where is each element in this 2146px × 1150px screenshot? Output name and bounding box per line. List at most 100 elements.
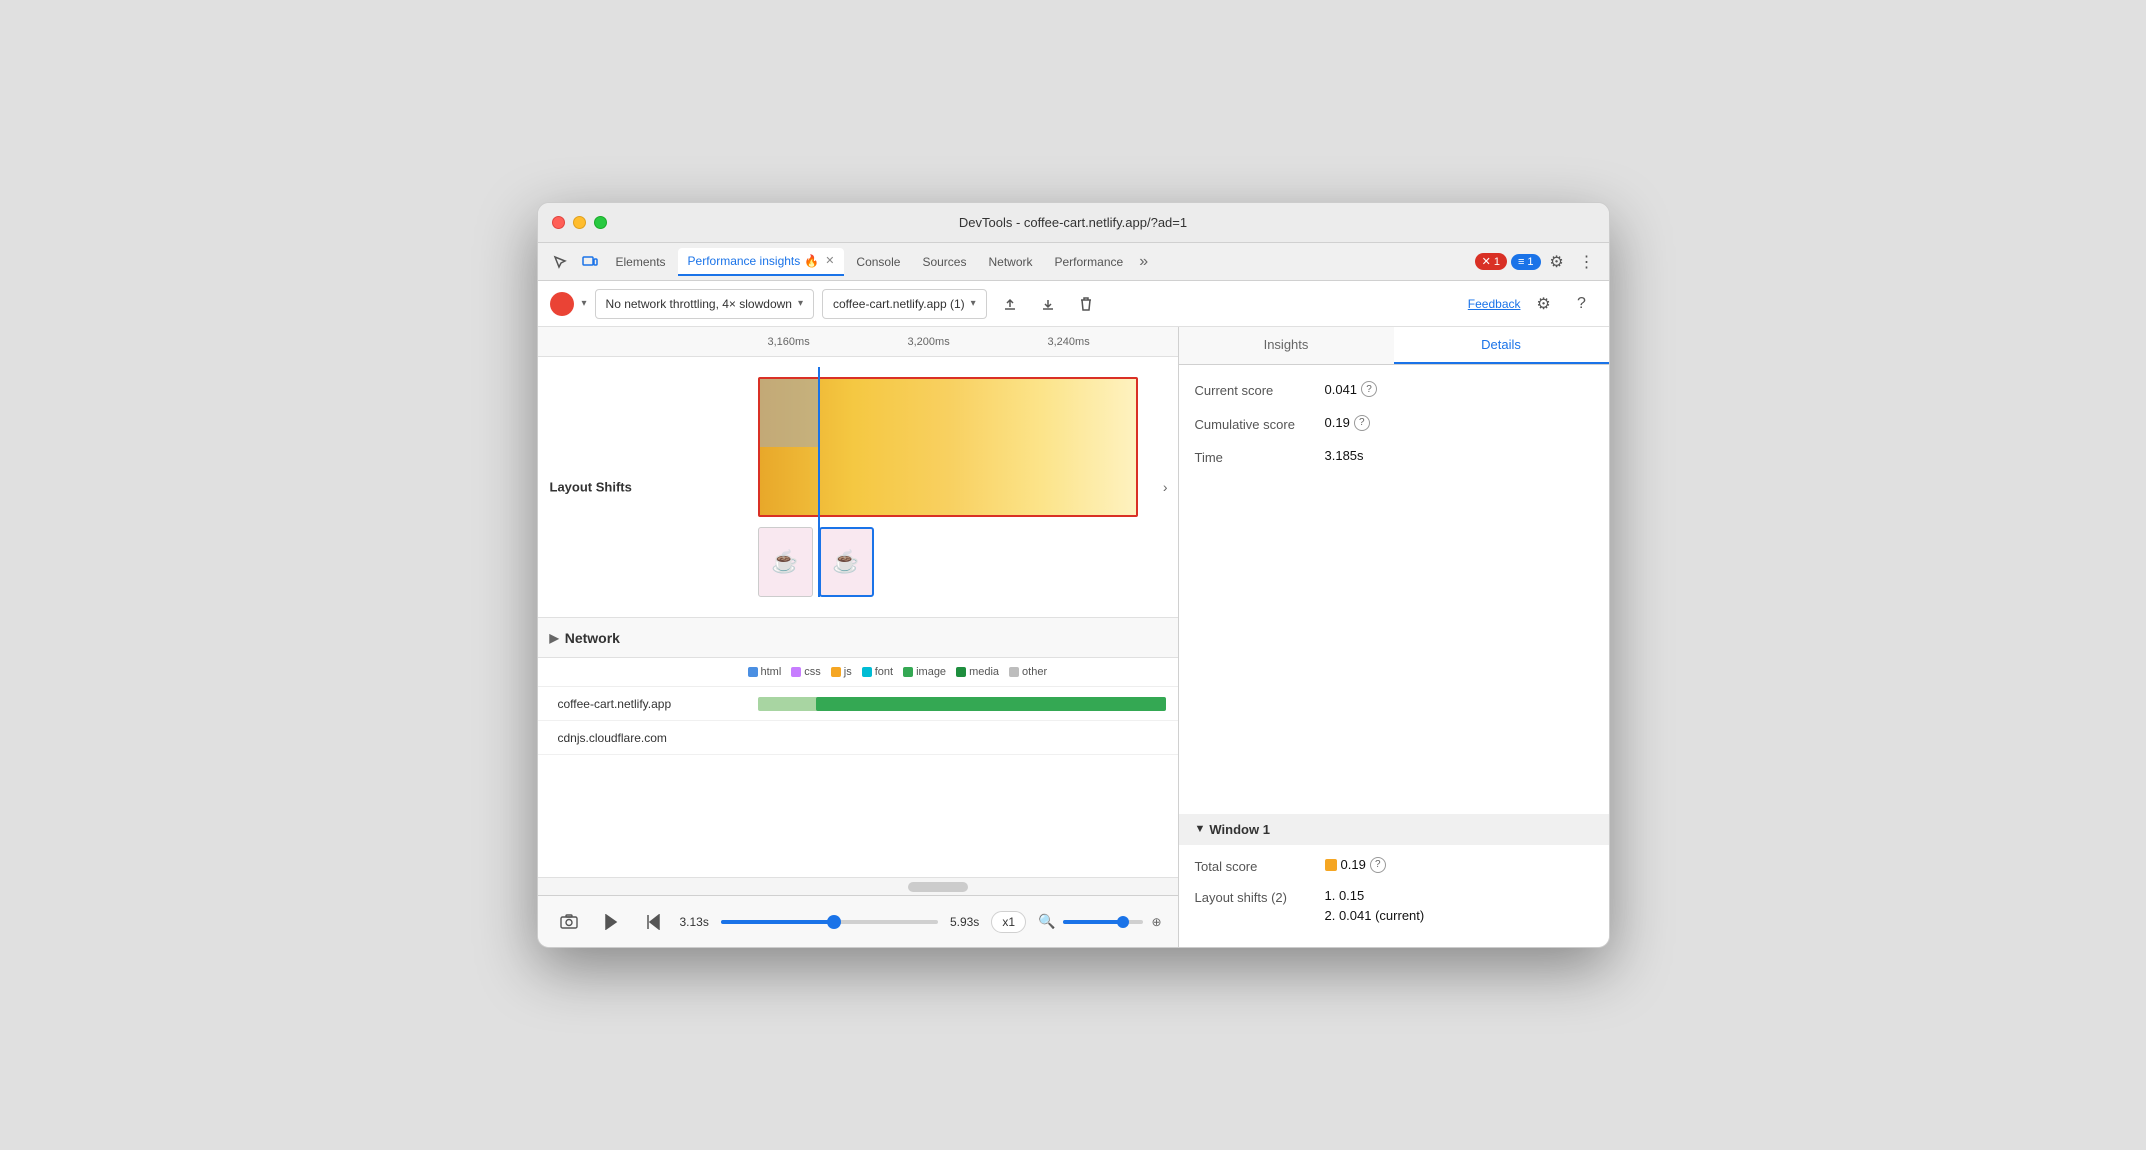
layout-shifts-timeline[interactable]: ☕ ☕ [748,357,1148,617]
tabbar: Elements Performance insights 🔥 ✕ Consol… [538,243,1609,281]
upload-icon[interactable] [995,289,1025,319]
throttle-arrow-icon: ▾ [798,298,803,309]
main-area: 3,160ms 3,200ms 3,240ms 3,280ms Layout S… [538,327,1609,947]
tab-performance[interactable]: Performance [1045,248,1134,276]
tab-console[interactable]: Console [846,248,910,276]
network-row-1[interactable]: coffee-cart.netlify.app [538,687,1178,721]
zoom-slider[interactable] [1063,920,1143,924]
network-bar-area-2 [748,721,1178,754]
legend-font: font [862,666,893,678]
network-collapse-icon[interactable]: ▶ [550,631,559,645]
legend-css: css [791,666,821,678]
url-dropdown[interactable]: coffee-cart.netlify.app (1) ▾ [822,289,987,319]
legend-image: image [903,666,946,678]
tab-network[interactable]: Network [978,248,1042,276]
scrollbar-thumb[interactable] [908,882,968,892]
js-dot [831,667,841,677]
thumbnail-icon-1: ☕ [771,549,798,575]
total-score-help-icon[interactable]: ? [1370,857,1386,873]
tab-sources[interactable]: Sources [912,248,976,276]
cumulative-score-row: Cumulative score 0.19 ? [1195,415,1593,435]
message-badge[interactable]: ≡ 1 [1511,254,1541,270]
thumbnail-icon-2: ☕ [832,549,859,575]
thumbnail-2[interactable]: ☕ [819,527,874,597]
layout-shifts-content: Layout Shifts ☕ [538,357,1178,617]
details-content: Current score 0.041 ? Cumulative score 0… [1179,365,1609,814]
zoom-in-icon[interactable]: ⊕ [1151,915,1161,929]
network-row-label-1: coffee-cart.netlify.app [538,697,748,711]
total-score-label: Total score [1195,857,1325,877]
time-label-detail: Time [1195,448,1325,468]
layout-shifts-detail-label: Layout shifts (2) [1195,888,1325,908]
time-row: Time 3.185s [1195,448,1593,468]
play-button[interactable] [596,907,626,937]
css-dot [791,667,801,677]
more-options-icon[interactable]: ⋮ [1573,248,1601,276]
traffic-lights [552,216,607,229]
cumulative-score-label: Cumulative score [1195,415,1325,435]
titlebar: DevTools - coffee-cart.netlify.app/?ad=1 [538,203,1609,243]
thumbnail-1[interactable]: ☕ [758,527,813,597]
minimize-button[interactable] [573,216,586,229]
zoom-out-icon[interactable]: 🔍 [1038,913,1055,930]
tab-insights[interactable]: Insights [1179,327,1394,364]
cumulative-score-value: 0.19 ? [1325,415,1370,431]
window-section-label: Window 1 [1209,822,1270,837]
network-row-2[interactable]: cdnjs.cloudflare.com [538,721,1178,755]
window-title: DevTools - coffee-cart.netlify.app/?ad=1 [959,215,1187,230]
collapse-right-icon[interactable]: › [1163,479,1168,495]
layout-shifts-section: Layout Shifts ☕ [538,357,1178,618]
legend-media: media [956,666,999,678]
tab-performance-insights[interactable]: Performance insights 🔥 ✕ [678,248,845,276]
error-badge[interactable]: ✕ 1 [1475,253,1507,270]
error-icon: ✕ [1482,255,1491,268]
more-tabs-button[interactable]: » [1135,253,1152,271]
skip-start-button[interactable] [638,907,668,937]
tab-badges: ✕ 1 ≡ 1 [1475,253,1541,270]
current-score-help-icon[interactable]: ? [1361,381,1377,397]
current-score-row: Current score 0.041 ? [1195,381,1593,401]
url-arrow-icon: ▾ [971,298,976,309]
end-time-label: 5.93s [950,915,979,929]
tab-close-icon[interactable]: ✕ [825,254,834,267]
window-collapse-icon: ▼ [1195,823,1206,835]
throttle-dropdown[interactable]: No network throttling, 4× slowdown ▾ [595,289,814,319]
delete-icon[interactable] [1071,289,1101,319]
record-button[interactable] [550,292,574,316]
cumulative-score-help-icon[interactable]: ? [1354,415,1370,431]
maximize-button[interactable] [594,216,607,229]
current-score-label: Current score [1195,381,1325,401]
cursor-icon[interactable] [546,248,574,276]
feedback-link[interactable]: Feedback [1468,297,1521,311]
zoom-control: 🔍 ⊕ [1038,913,1162,930]
device-icon[interactable] [576,248,604,276]
total-score-value: 0.19 ? [1325,857,1386,873]
window-section[interactable]: ▼ Window 1 [1179,814,1609,845]
zoom-thumb[interactable] [1117,916,1129,928]
flame-icon: 🔥 [804,254,819,268]
tab-details[interactable]: Details [1394,327,1609,364]
playback-slider[interactable] [721,920,938,924]
current-score-value: 0.041 ? [1325,381,1378,397]
download-icon[interactable] [1033,289,1063,319]
playback-thumb[interactable] [827,915,841,929]
zoom-progress [1063,920,1123,924]
speed-badge[interactable]: x1 [991,911,1026,933]
screenshot-icon[interactable] [554,907,584,937]
close-button[interactable] [552,216,565,229]
right-panel: Insights Details Current score 0.041 ? C… [1179,327,1609,947]
settings-icon[interactable]: ⚙ [1543,248,1571,276]
settings-gear-icon[interactable]: ⚙ [1529,289,1559,319]
network-bar-area-1 [748,687,1178,720]
layout-shifts-values: 1. 0.15 2. 0.041 (current) [1325,888,1425,923]
image-dot [903,667,913,677]
help-icon[interactable]: ? [1567,289,1597,319]
layout-shifts-row: Layout shifts (2) 1. 0.15 2. 0.041 (curr… [1195,888,1593,923]
network-legend: html css js font [538,658,1178,687]
horizontal-scrollbar[interactable] [538,877,1178,895]
orange-square-icon [1325,859,1337,871]
tab-elements[interactable]: Elements [606,248,676,276]
time-value: 3.185s [1325,448,1364,463]
record-dropdown-icon[interactable]: ▾ [582,298,587,309]
devtools-window: DevTools - coffee-cart.netlify.app/?ad=1… [537,202,1610,948]
